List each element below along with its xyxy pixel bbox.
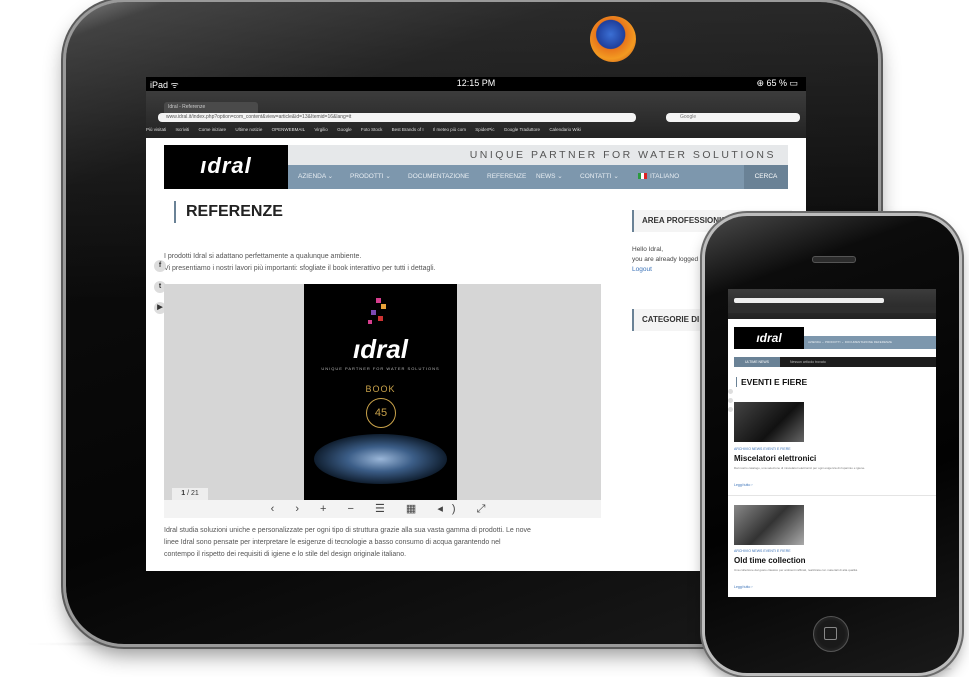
mobile-page-title: EVENTI E FIERE	[736, 377, 807, 387]
bookmark-item[interactable]: Il meteo più com	[433, 127, 466, 132]
nav-item-contatti[interactable]: CONTATTI ⌄	[580, 165, 619, 189]
firefox-logo-icon	[590, 16, 636, 62]
bookmark-item[interactable]: Come iniziare	[199, 127, 227, 132]
body-line: linee Idral sono pensate per interpretar…	[164, 539, 501, 546]
news-tag: ULTIME NEWS	[734, 357, 780, 367]
bookmark-item[interactable]: OPENWEBMAIL	[272, 127, 306, 132]
article-excerpt: Una collezione dal gusto classico per am…	[734, 568, 858, 572]
book-brand: ıdral	[353, 334, 408, 364]
ios-status-bar: iPad ᯤ 12:15 PM ⊕ 65 % ▭	[146, 77, 806, 91]
nav-item-referenze[interactable]: REFERENZE	[487, 165, 526, 189]
site-tagline: UNIQUE PARTNER FOR WATER SOLUTIONS	[288, 145, 788, 165]
intro-line: Vi presentiamo i nostri lavori più impor…	[164, 265, 436, 272]
nav-item-azienda[interactable]: AZIENDA ⌄	[298, 165, 333, 189]
article-title[interactable]: Miscelatori elettronici	[734, 454, 816, 463]
read-more-link[interactable]: Leggi tutto ›	[734, 483, 752, 487]
home-square-icon	[824, 627, 837, 640]
mobile-main-nav[interactable]: AZIENDA ⌄ PRODOTTI ⌄ DOCUMENTAZIONE REFE…	[804, 336, 936, 349]
nav-item-documentazione[interactable]: DOCUMENTAZIONE	[408, 165, 469, 189]
mobile-browser-chrome	[728, 289, 936, 319]
bookmark-item[interactable]: Virgilio	[314, 127, 327, 132]
idral-logo[interactable]: ıdral	[164, 145, 288, 189]
article-category[interactable]: ARCHIVIO NEWS EVENTI E FIERE	[734, 549, 791, 553]
page-total: / 21	[187, 490, 199, 497]
flipbook-viewer[interactable]: ıdral UNIQUE PARTNER FOR WATER SOLUTIONS…	[164, 284, 601, 500]
site-header: ıdral UNIQUE PARTNER FOR WATER SOLUTIONS…	[164, 145, 788, 189]
body-line: Idral studia soluzioni uniche e personal…	[164, 527, 531, 534]
speaker-grille	[812, 256, 856, 263]
mobile-facebook-icon[interactable]	[728, 389, 733, 394]
nav-search-button[interactable]: CERCA	[744, 165, 788, 189]
status-time: 12:15 PM	[456, 78, 496, 88]
page-counter: 1 / 21	[172, 488, 208, 500]
article-excerpt: Dal nostro catalogo, una selezione di mi…	[734, 466, 866, 470]
read-more-link[interactable]: Leggi tutto ›	[734, 585, 752, 589]
body-line: contempo il rispetto dei requisiti di ig…	[164, 551, 407, 558]
italy-flag-icon	[638, 173, 647, 180]
nav-item-language[interactable]: ITALIANO	[638, 165, 679, 189]
mobile-news-ticker: ULTIME NEWS Nessun articolo trovato	[734, 357, 936, 367]
facebook-icon[interactable]: f	[154, 260, 166, 272]
nav-item-prodotti[interactable]: PRODOTTI ⌄	[350, 165, 391, 189]
browser-tab[interactable]: Idral - Referenze	[164, 102, 258, 113]
browser-chrome: Idral - Referenze www.idral.it/index.php…	[146, 91, 806, 138]
nav-language-label: ITALIANO	[650, 173, 680, 180]
bookmark-item[interactable]: Google	[337, 127, 352, 132]
mobile-youtube-icon[interactable]	[728, 407, 733, 412]
body-text: Idral studia soluzioni uniche e personal…	[164, 525, 604, 561]
bookmark-item[interactable]: SpiderPic	[475, 127, 494, 132]
book-subtitle: UNIQUE PARTNER FOR WATER SOLUTIONS	[321, 366, 440, 371]
intro-line: I prodotti Idral si adattano perfettamen…	[164, 253, 362, 260]
bookmark-item[interactable]: Calendario Wiki	[549, 127, 581, 132]
bookmark-item[interactable]: Google Traduttore	[504, 127, 540, 132]
book-cover[interactable]: ıdral UNIQUE PARTNER FOR WATER SOLUTIONS…	[304, 284, 457, 500]
bookmarks-bar: Più visitati Iscriviti Come iniziare Ult…	[146, 124, 806, 136]
bookmark-item[interactable]: Best Brands of I	[392, 127, 424, 132]
mobile-bookmarks-bar	[728, 307, 936, 313]
nav-item-news[interactable]: NEWS ⌄	[536, 165, 563, 189]
article-image[interactable]	[734, 402, 804, 442]
article-title[interactable]: Old time collection	[734, 556, 806, 565]
article-divider	[728, 495, 936, 496]
battery-indicator: ⊕ 65 % ▭	[756, 78, 798, 88]
news-text: Nessun articolo trovato	[790, 360, 826, 364]
search-box[interactable]: Google	[666, 113, 800, 122]
anniversary-badge: 45	[366, 398, 396, 428]
water-splash-image	[314, 434, 447, 484]
bookmark-item[interactable]: Ultime notizie	[235, 127, 262, 132]
intro-text: I prodotti Idral si adattano perfettamen…	[164, 251, 584, 275]
bookmark-item[interactable]: Più visitati	[146, 127, 166, 132]
browser-titlebar	[146, 91, 806, 102]
pixel-logo-icon	[366, 298, 390, 326]
article-image[interactable]	[734, 505, 804, 545]
page-title: REFERENZE	[174, 201, 283, 223]
address-bar[interactable]: www.idral.it/index.php?option=com_conten…	[158, 113, 636, 122]
iphone-screen: ıdral AZIENDA ⌄ PRODOTTI ⌄ DOCUMENTAZION…	[728, 289, 936, 597]
bookmark-item[interactable]: Foto Stock	[361, 127, 383, 132]
mobile-social-icons	[728, 389, 733, 413]
mobile-address-bar[interactable]	[734, 298, 884, 303]
main-nav: AZIENDA ⌄ PRODOTTI ⌄ DOCUMENTAZIONE REFE…	[288, 165, 788, 189]
bookmark-item[interactable]: Iscriviti	[176, 127, 190, 132]
mobile-twitter-icon[interactable]	[728, 398, 733, 403]
mobile-idral-logo[interactable]: ıdral	[734, 327, 804, 349]
book-label: BOOK	[365, 384, 396, 394]
page-current: 1	[181, 490, 186, 497]
flipbook-controls[interactable]: ‹ › + − ☰ ▦ ◂) ⤢	[164, 500, 601, 518]
article-category[interactable]: ARCHIVIO NEWS EVENTI E FIERE	[734, 447, 791, 451]
